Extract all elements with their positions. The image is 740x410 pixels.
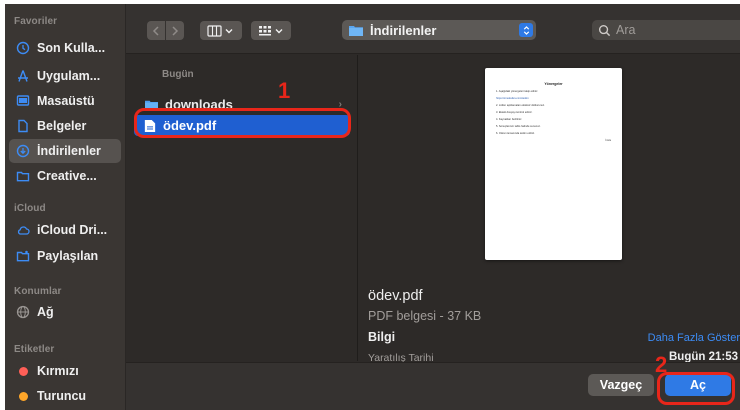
sidebar-item-label: Son Kulla... — [37, 41, 106, 55]
tag-dot-icon — [15, 388, 31, 404]
search-icon — [598, 24, 611, 36]
cloud-icon — [15, 222, 31, 238]
network-icon — [15, 304, 31, 320]
sidebar-item-applications[interactable]: Uygulam... — [9, 64, 121, 88]
sidebar-item-label: iCloud Dri... — [37, 223, 108, 237]
thumbnail-link: https://ornekodev.com/teslim — [496, 97, 529, 100]
sidebar-item-downloads[interactable]: İndirilenler — [9, 139, 121, 163]
sidebar-item-label: Creative... — [37, 169, 97, 183]
folder-icon — [15, 168, 31, 184]
preview-file-name: ödev.pdf — [368, 288, 423, 304]
view-mode-button[interactable] — [200, 21, 242, 40]
sidebar-item-desktop[interactable]: Masaüstü — [9, 89, 121, 113]
preview-pane: Yönergeler 1. Aşağıdaki yönergeleri taki… — [359, 55, 740, 364]
thumbnail-line: 3. Ekteki dosyayı kontrol ediniz. — [496, 111, 533, 114]
sidebar-item-shared[interactable]: Paylaşılan — [9, 244, 121, 268]
sidebar-item-label: Ağ — [37, 305, 54, 319]
thumbnail-line: 4. Kaynakları belirtiniz. — [496, 118, 523, 121]
sidebar-item-label: Masaüstü — [37, 94, 95, 108]
thumbnail-line: 5. Sonuçlarınızı tablo halinde sununuz. — [496, 125, 541, 128]
shared-folder-icon — [15, 248, 31, 264]
group-button[interactable] — [251, 21, 291, 40]
sidebar-item-network[interactable]: Ağ — [9, 300, 121, 324]
location-label: İndirilenler — [370, 22, 437, 38]
preview-file-kind: PDF belgesi - 37 KB — [368, 309, 482, 323]
back-button[interactable] — [147, 21, 165, 40]
clock-icon — [15, 40, 31, 56]
thumbnail-signature: İmza — [605, 139, 611, 142]
show-more-link[interactable]: Daha Fazla Göster — [648, 332, 740, 344]
sidebar-item-label: Turuncu — [37, 389, 87, 403]
desktop-icon — [15, 93, 31, 109]
sidebar-item-creative[interactable]: Creative... — [9, 164, 121, 188]
search-field[interactable] — [592, 20, 740, 40]
location-dropdown[interactable]: İndirilenler — [342, 20, 536, 40]
preview-info-heading: Bilgi — [368, 330, 396, 344]
open-file-dialog: Favoriler Son Kulla... Uygulam... Masaüs… — [0, 0, 740, 410]
toolbar: İndirilenler — [126, 4, 740, 54]
sidebar-item-label: Kırmızı — [37, 364, 79, 378]
tag-dot-icon — [15, 363, 31, 379]
sidebar-section-locations: Konumlar — [14, 286, 62, 297]
annotation-step-2: 2 — [655, 352, 668, 377]
annotation-highlight-open — [657, 372, 735, 405]
updown-chevron-icon — [519, 23, 533, 37]
sidebar-item-label: Uygulam... — [37, 69, 101, 83]
sidebar-section-tags: Etiketler — [14, 344, 55, 355]
search-input[interactable] — [616, 23, 736, 37]
chevron-right-icon — [172, 25, 179, 36]
sidebar-section-icloud: iCloud — [14, 203, 46, 214]
chevron-left-icon — [152, 25, 159, 36]
annotation-highlight-file — [134, 108, 351, 138]
sidebar-item-documents[interactable]: Belgeler — [9, 114, 121, 138]
sidebar-item-icloud-drive[interactable]: iCloud Dri... — [9, 218, 121, 242]
thumbnail-line: 1. Aşağıdaki yönergeleri takip ediniz. — [496, 90, 539, 93]
sidebar-item-label: Belgeler — [37, 119, 87, 133]
cancel-button[interactable]: Vazgeç — [588, 374, 654, 396]
columns-view-icon — [207, 24, 233, 37]
grid-icon — [259, 25, 283, 35]
sidebar-item-label: Paylaşılan — [37, 249, 99, 263]
apps-icon — [15, 68, 31, 84]
forward-button[interactable] — [166, 21, 184, 40]
dialog-footer: Vazgeç Aç — [126, 362, 740, 410]
download-icon — [15, 143, 31, 159]
downloads-folder-icon — [349, 26, 363, 36]
main-panel: İndirilenler Bugün downloads › — [126, 4, 740, 410]
annotation-step-1: 1 — [278, 78, 291, 103]
pdf-thumbnail: Yönergeler 1. Aşağıdaki yönergeleri taki… — [485, 68, 622, 260]
column-date-header: Bugün — [162, 69, 194, 80]
sidebar-tag-red[interactable]: Kırmızı — [9, 359, 121, 383]
thumbnail-line: 2. Lütfen açıklamaları eksiksiz doldurun… — [496, 104, 545, 107]
sidebar-item-recents[interactable]: Son Kulla... — [9, 36, 121, 60]
sidebar-item-label: İndirilenler — [37, 144, 101, 158]
sidebar-tag-orange[interactable]: Turuncu — [9, 384, 121, 408]
thumbnail-title: Yönergeler — [544, 82, 563, 86]
sidebar: Favoriler Son Kulla... Uygulam... Masaüs… — [5, 4, 126, 410]
thumbnail-line: 6. Ödevi zamanında teslim ediniz. — [496, 132, 535, 135]
sidebar-section-favorites: Favoriler — [14, 16, 58, 27]
document-icon — [15, 118, 31, 134]
file-column: Bugün downloads › ödev.pdf — [126, 55, 358, 361]
